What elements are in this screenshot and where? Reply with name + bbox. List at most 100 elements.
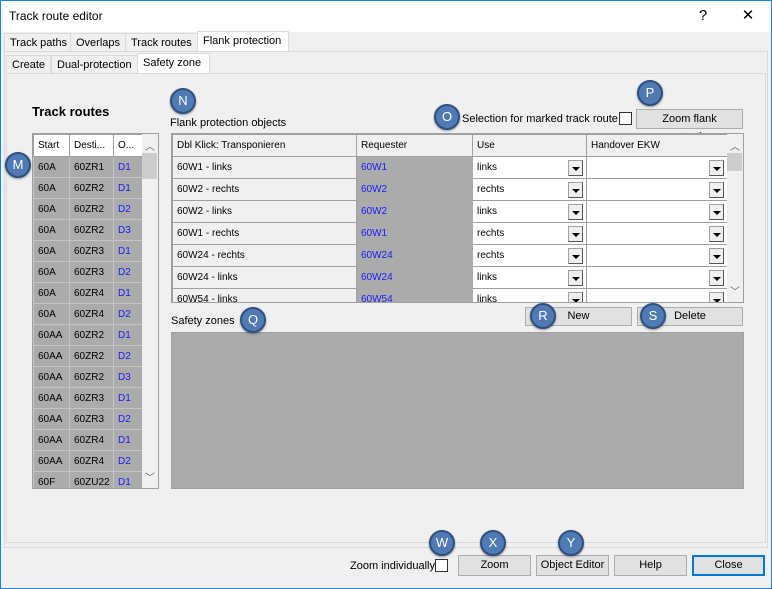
table-row[interactable]: 60A 60ZR2 D3 <box>33 219 143 241</box>
close-button[interactable]: Close <box>692 555 765 576</box>
object-cell[interactable]: 60W54 - links <box>172 288 357 302</box>
zoom-individually-checkbox[interactable] <box>435 559 448 572</box>
table-cell[interactable]: 60A <box>33 240 70 262</box>
tab-flank-protection[interactable]: Flank protection <box>197 31 289 52</box>
table-cell[interactable]: D1 <box>113 387 143 409</box>
table-row[interactable]: 60A 60ZR3 D1 <box>33 240 143 262</box>
table-cell[interactable]: 60A <box>33 303 70 325</box>
table-row[interactable]: 60W1 - links 60W1 links <box>172 156 728 179</box>
use-select[interactable]: rechts <box>472 178 587 201</box>
table-row[interactable]: 60A 60ZR4 D2 <box>33 303 143 325</box>
table-row[interactable]: 60W54 - links 60W54 links <box>172 288 728 302</box>
object-cell[interactable]: 60W24 - rechts <box>172 244 357 267</box>
table-row[interactable]: 60AA 60ZR4 D2 <box>33 450 143 472</box>
use-select[interactable]: links <box>472 200 587 223</box>
table-cell[interactable]: 60AA <box>33 408 70 430</box>
column-header-handover-ekw[interactable]: Handover EKW <box>586 134 728 157</box>
table-cell[interactable]: 60ZR3 <box>69 261 114 283</box>
chevron-down-icon[interactable] <box>709 160 724 176</box>
column-header-start[interactable]: Start <box>33 134 70 157</box>
table-cell[interactable]: 60ZR4 <box>69 282 114 304</box>
table-row[interactable]: 60A 60ZR2 D1 <box>33 177 143 199</box>
scroll-down-icon[interactable]: ﹀ <box>727 283 743 298</box>
table-cell[interactable]: 60ZR1 <box>69 156 114 178</box>
table-cell[interactable]: D1 <box>113 156 143 178</box>
requester-cell[interactable]: 60W24 <box>356 266 473 289</box>
table-cell[interactable]: 60ZR2 <box>69 177 114 199</box>
table-cell[interactable]: D2 <box>113 303 143 325</box>
tab-overlaps[interactable]: Overlaps <box>70 33 127 52</box>
chevron-down-icon[interactable] <box>709 226 724 242</box>
close-window-button[interactable]: ✕ <box>733 4 763 28</box>
table-cell[interactable]: 60A <box>33 198 70 220</box>
table-cell[interactable]: 60A <box>33 282 70 304</box>
use-select[interactable]: links <box>472 266 587 289</box>
table-cell[interactable]: 60AA <box>33 387 70 409</box>
table-cell[interactable]: 60AA <box>33 324 70 346</box>
requester-cell[interactable]: 60W1 <box>356 156 473 179</box>
chevron-down-icon[interactable] <box>568 270 583 286</box>
column-header-destination[interactable]: Desti... <box>69 134 114 157</box>
requester-cell[interactable]: 60W1 <box>356 222 473 245</box>
table-cell[interactable]: 60ZR2 <box>69 345 114 367</box>
table-cell[interactable]: 60F <box>33 471 70 488</box>
table-row[interactable]: 60AA 60ZR3 D2 <box>33 408 143 430</box>
table-row[interactable]: 60AA 60ZR3 D1 <box>33 387 143 409</box>
object-cell[interactable]: 60W24 - links <box>172 266 357 289</box>
table-row[interactable]: 60W2 - links 60W2 links <box>172 200 728 223</box>
handover-ekw-select[interactable] <box>586 178 728 201</box>
requester-cell[interactable]: 60W54 <box>356 288 473 302</box>
column-header-requester[interactable]: Requester <box>356 134 473 157</box>
subtab-dual-protection[interactable]: Dual-protection <box>51 55 138 74</box>
table-cell[interactable]: 60AA <box>33 345 70 367</box>
requester-cell[interactable]: 60W24 <box>356 244 473 267</box>
chevron-down-icon[interactable] <box>709 270 724 286</box>
table-cell[interactable]: D1 <box>113 429 143 451</box>
chevron-down-icon[interactable] <box>568 160 583 176</box>
handover-ekw-select[interactable] <box>586 244 728 267</box>
scroll-thumb[interactable] <box>142 153 157 179</box>
safety-zones-list[interactable] <box>171 332 744 489</box>
table-cell[interactable]: 60AA <box>33 450 70 472</box>
handover-ekw-select[interactable] <box>586 288 728 302</box>
scroll-down-icon[interactable]: ﹀ <box>142 469 158 484</box>
table-cell[interactable]: 60A <box>33 177 70 199</box>
flank-protection-table[interactable]: Dbl Klick: Transponieren Requester Use Hand… <box>171 133 744 303</box>
table-cell[interactable]: 60ZR2 <box>69 366 114 388</box>
table-row[interactable]: 60AA 60ZR2 D1 <box>33 324 143 346</box>
handover-ekw-select[interactable] <box>586 266 728 289</box>
chevron-down-icon[interactable] <box>709 292 724 302</box>
chevron-down-icon[interactable] <box>568 248 583 264</box>
requester-cell[interactable]: 60W2 <box>356 178 473 201</box>
table-cell[interactable]: D1 <box>113 282 143 304</box>
table-row[interactable]: 60W24 - rechts 60W24 rechts <box>172 244 728 267</box>
use-select[interactable]: links <box>472 288 587 302</box>
flank-scrollbar[interactable]: ︿ ﹀ <box>727 134 743 302</box>
table-row[interactable]: 60A 60ZR4 D1 <box>33 282 143 304</box>
column-header-transponieren[interactable]: Dbl Klick: Transponieren <box>172 134 357 157</box>
use-select[interactable]: rechts <box>472 222 587 245</box>
selection-checkbox[interactable] <box>619 112 632 125</box>
table-cell[interactable]: 60AA <box>33 429 70 451</box>
requester-cell[interactable]: 60W2 <box>356 200 473 223</box>
use-select[interactable]: links <box>472 156 587 179</box>
track-routes-scrollbar[interactable]: ︿ ﹀ <box>142 134 158 488</box>
table-cell[interactable]: D3 <box>113 219 143 241</box>
handover-ekw-select[interactable] <box>586 200 728 223</box>
scroll-up-icon[interactable]: ︿ <box>142 138 158 153</box>
column-header-o[interactable]: O... <box>113 134 143 157</box>
table-cell[interactable]: D3 <box>113 366 143 388</box>
table-cell[interactable]: D2 <box>113 408 143 430</box>
use-select[interactable]: rechts <box>472 244 587 267</box>
subtab-safety-zone[interactable]: Safety zone <box>137 53 210 74</box>
table-row[interactable]: 60A 60ZR1 D1 <box>33 156 143 178</box>
table-row[interactable]: 60F 60ZU22 D1 <box>33 471 143 488</box>
help-title-button[interactable]: ? <box>688 4 718 28</box>
chevron-down-icon[interactable] <box>568 226 583 242</box>
chevron-down-icon[interactable] <box>568 204 583 220</box>
zoom-button[interactable]: Zoom <box>458 555 531 576</box>
table-cell[interactable]: 60ZR4 <box>69 429 114 451</box>
table-cell[interactable]: D2 <box>113 345 143 367</box>
object-cell[interactable]: 60W1 - rechts <box>172 222 357 245</box>
table-row[interactable]: 60W2 - rechts 60W2 rechts <box>172 178 728 201</box>
